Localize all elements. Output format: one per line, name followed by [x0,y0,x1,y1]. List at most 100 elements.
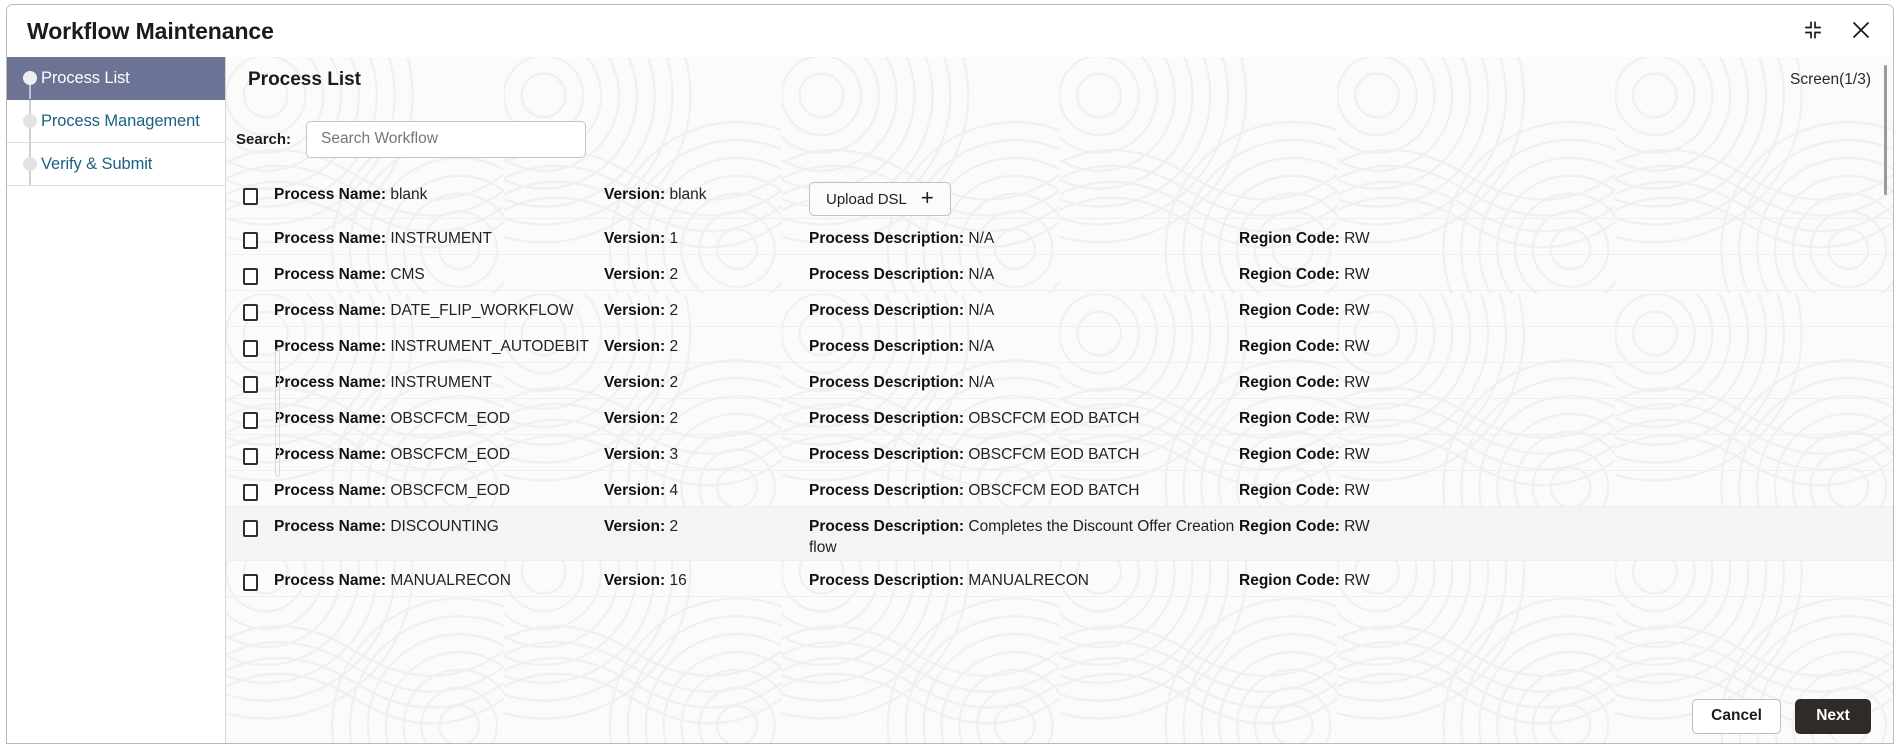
sidebar-item-label: Process List [41,68,130,87]
table-row[interactable]: Process Name: INSTRUMENT Version: 1 Proc… [226,219,1893,255]
value-version: 3 [669,446,679,463]
value-process-name: CMS [390,266,425,283]
close-icon[interactable] [1847,16,1875,44]
cell-process-name: Process Name: DISCOUNTING [274,513,604,537]
label-region-code: Region Code: [1239,338,1340,355]
label-version: Version: [604,266,666,283]
process-list-table: Process Name: blank Version: blank Uploa… [226,175,1893,597]
stepper-sidebar: Process List Process Management Verify &… [7,57,226,743]
value-process-name: DISCOUNTING [390,518,499,535]
row-checkbox[interactable] [242,412,258,429]
label-process-description: Process Description: [809,302,965,319]
label-region-code: Region Code: [1239,482,1340,499]
value-description: N/A [968,266,995,283]
row-checkbox-cell [226,441,274,465]
label-process-description: Process Description: [809,410,965,427]
label-process-name: Process Name: [274,230,387,247]
cell-description: Process Description: N/A [809,261,1239,285]
cell-upload: Upload DSL + [809,181,1239,216]
table-row[interactable]: Process Name: DISCOUNTING Version: 2 Pro… [226,507,1893,561]
cell-region-code [1239,181,1479,184]
page-scrollbar[interactable] [1881,65,1890,735]
cell-region-code: Region Code: RW [1239,225,1479,249]
sidebar-item-label: Process Management [41,111,200,130]
row-checkbox[interactable] [242,268,258,285]
table-row[interactable]: Process Name: CMS Version: 2 Process Des… [226,255,1893,291]
screenshot-root: Workflow Maintenance Process List Proces… [0,0,1900,746]
table-row[interactable]: Process Name: OBSCFCM_EOD Version: 2 Pro… [226,399,1893,435]
value-description: MANUALRECON [968,572,1089,589]
value-version: 2 [669,374,679,391]
sidebar-item-verify-submit[interactable]: Verify & Submit [7,143,225,186]
cell-region-code: Region Code: RW [1239,405,1479,429]
main-scroll-area: Process List Screen(1/3) Search: Search … [226,57,1893,743]
value-description: OBSCFCM EOD BATCH [968,446,1140,463]
sidebar-item-process-management[interactable]: Process Management [7,100,225,143]
row-checkbox[interactable] [242,574,258,591]
cell-description: Process Description: N/A [809,369,1239,393]
row-checkbox[interactable] [242,520,258,537]
value-version: 4 [669,482,679,499]
label-version: Version: [604,230,666,247]
cell-version: Version: 2 [604,513,809,537]
table-row[interactable]: Process Name: MANUALRECON Version: 16 Pr… [226,561,1893,597]
cell-region-code: Region Code: RW [1239,513,1479,537]
value-description: N/A [968,374,995,391]
label-version: Version: [604,410,666,427]
label-region-code: Region Code: [1239,410,1340,427]
row-checkbox[interactable] [242,304,258,321]
screen-counter: Screen(1/3) [1790,71,1871,88]
row-checkbox[interactable] [242,188,258,205]
row-checkbox[interactable] [242,232,258,249]
collapse-corners-icon[interactable] [1799,16,1827,44]
step-dot-icon [23,157,37,171]
window-actions [1799,16,1875,44]
table-row[interactable]: Process Name: DATE_FLIP_WORKFLOW Version… [226,291,1893,327]
list-scrollbar[interactable] [273,349,282,477]
main-content: Process List Screen(1/3) Search: Search … [226,57,1893,743]
label-process-description: Process Description: [809,374,965,391]
table-row[interactable]: Process Name: blank Version: blank Uploa… [226,175,1893,219]
workflow-maintenance-window: Workflow Maintenance Process List Proces… [6,4,1894,744]
label-process-name: Process Name: [274,572,387,589]
value-process-name: DATE_FLIP_WORKFLOW [390,302,574,319]
row-checkbox[interactable] [242,448,258,465]
value-region-code: RW [1344,572,1370,589]
table-row[interactable]: Process Name: INSTRUMENT Version: 2 Proc… [226,363,1893,399]
value-description: N/A [968,302,995,319]
search-input[interactable] [306,120,587,158]
next-button[interactable]: Next [1795,698,1871,734]
page-scrollbar-thumb[interactable] [1884,65,1887,195]
row-checkbox[interactable] [242,484,258,501]
label-process-description: Process Description: [809,338,965,355]
cell-version: Version: 2 [604,333,809,357]
label-version: Version: [604,446,666,463]
value-description: OBSCFCM EOD BATCH [968,482,1140,499]
cell-process-name: Process Name: INSTRUMENT_AUTODEBIT [274,333,604,357]
cancel-button[interactable]: Cancel [1692,698,1781,734]
row-checkbox-cell [226,261,274,285]
label-region-code: Region Code: [1239,374,1340,391]
list-scrollbar-thumb[interactable] [275,349,280,477]
upload-dsl-button[interactable]: Upload DSL + [809,182,951,216]
value-version: 2 [669,302,679,319]
label-process-name: Process Name: [274,186,387,203]
row-checkbox[interactable] [242,340,258,357]
value-process-name: blank [390,186,428,203]
sidebar-item-process-list[interactable]: Process List [7,57,225,100]
row-checkbox-cell [226,369,274,393]
cell-process-name: Process Name: OBSCFCM_EOD [274,405,604,429]
sidebar-item-label: Verify & Submit [41,154,153,173]
label-process-description: Process Description: [809,230,965,247]
cell-region-code: Region Code: RW [1239,333,1479,357]
page-title: Workflow Maintenance [27,18,274,44]
table-row[interactable]: Process Name: OBSCFCM_EOD Version: 3 Pro… [226,435,1893,471]
table-row[interactable]: Process Name: INSTRUMENT_AUTODEBIT Versi… [226,327,1893,363]
row-checkbox[interactable] [242,376,258,393]
value-version: 2 [669,266,679,283]
cell-version: Version: 2 [604,369,809,393]
window-body: Process List Process Management Verify &… [7,57,1893,743]
label-region-code: Region Code: [1239,302,1340,319]
cell-region-code: Region Code: RW [1239,567,1479,591]
table-row[interactable]: Process Name: OBSCFCM_EOD Version: 4 Pro… [226,471,1893,507]
